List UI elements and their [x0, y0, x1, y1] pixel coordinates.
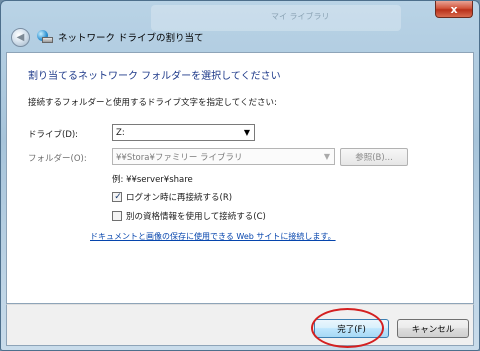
folder-label: フォルダー(O):: [28, 154, 87, 164]
close-icon: x: [450, 2, 458, 16]
instruction-text: 接続するフォルダーと使用するドライブ文字を指定してください:: [28, 98, 277, 108]
close-button[interactable]: x: [435, 1, 473, 18]
drive-label: ドライブ(D):: [28, 130, 79, 140]
back-arrow-icon: ◀: [16, 31, 25, 43]
background-ghost-text: マイ ライブラリ: [271, 12, 330, 21]
button-bar: 完了(F) キャンセル: [6, 304, 474, 346]
other-credentials-label: 別の資格情報を使用して接続する(C): [126, 212, 266, 222]
drive-select-value: Z:: [116, 127, 125, 138]
back-button[interactable]: ◀: [11, 27, 30, 47]
dropdown-arrow-icon: ▼: [323, 152, 330, 161]
annotation-circle: [311, 308, 384, 348]
folder-combo-value: ¥¥Stora¥ファミリー ライブラリ: [116, 152, 243, 163]
content-panel: 割り当てるネットワーク フォルダーを選択してください 接続するフォルダーと使用す…: [6, 52, 474, 304]
other-credentials-checkbox[interactable]: [112, 211, 122, 221]
network-drive-icon: [37, 30, 53, 44]
other-credentials-option[interactable]: 別の資格情報を使用して接続する(C): [112, 210, 266, 222]
browse-button[interactable]: 参照(B)...: [340, 148, 408, 166]
reconnect-checkbox[interactable]: [112, 192, 123, 202]
dropdown-arrow-icon: ▼: [243, 128, 250, 137]
folder-combo[interactable]: ¥¥Stora¥ファミリー ライブラリ ▼: [112, 148, 335, 165]
cancel-button[interactable]: キャンセル: [397, 319, 469, 338]
drive-select[interactable]: Z: ▼: [112, 124, 255, 141]
example-text: 例: ¥¥server¥share: [112, 175, 193, 185]
window-title: ネットワーク ドライブの割り当て: [58, 33, 204, 44]
web-site-link[interactable]: ドキュメントと画像の保存に使用できる Web サイトに接続します。: [90, 231, 336, 242]
reconnect-option[interactable]: ログオン時に再接続する(R): [112, 191, 232, 203]
title-bar: ◀ ネットワーク ドライブの割り当て: [5, 23, 477, 51]
page-heading: 割り当てるネットワーク フォルダーを選択してください: [28, 71, 281, 82]
reconnect-label: ログオン時に再接続する(R): [126, 193, 233, 203]
